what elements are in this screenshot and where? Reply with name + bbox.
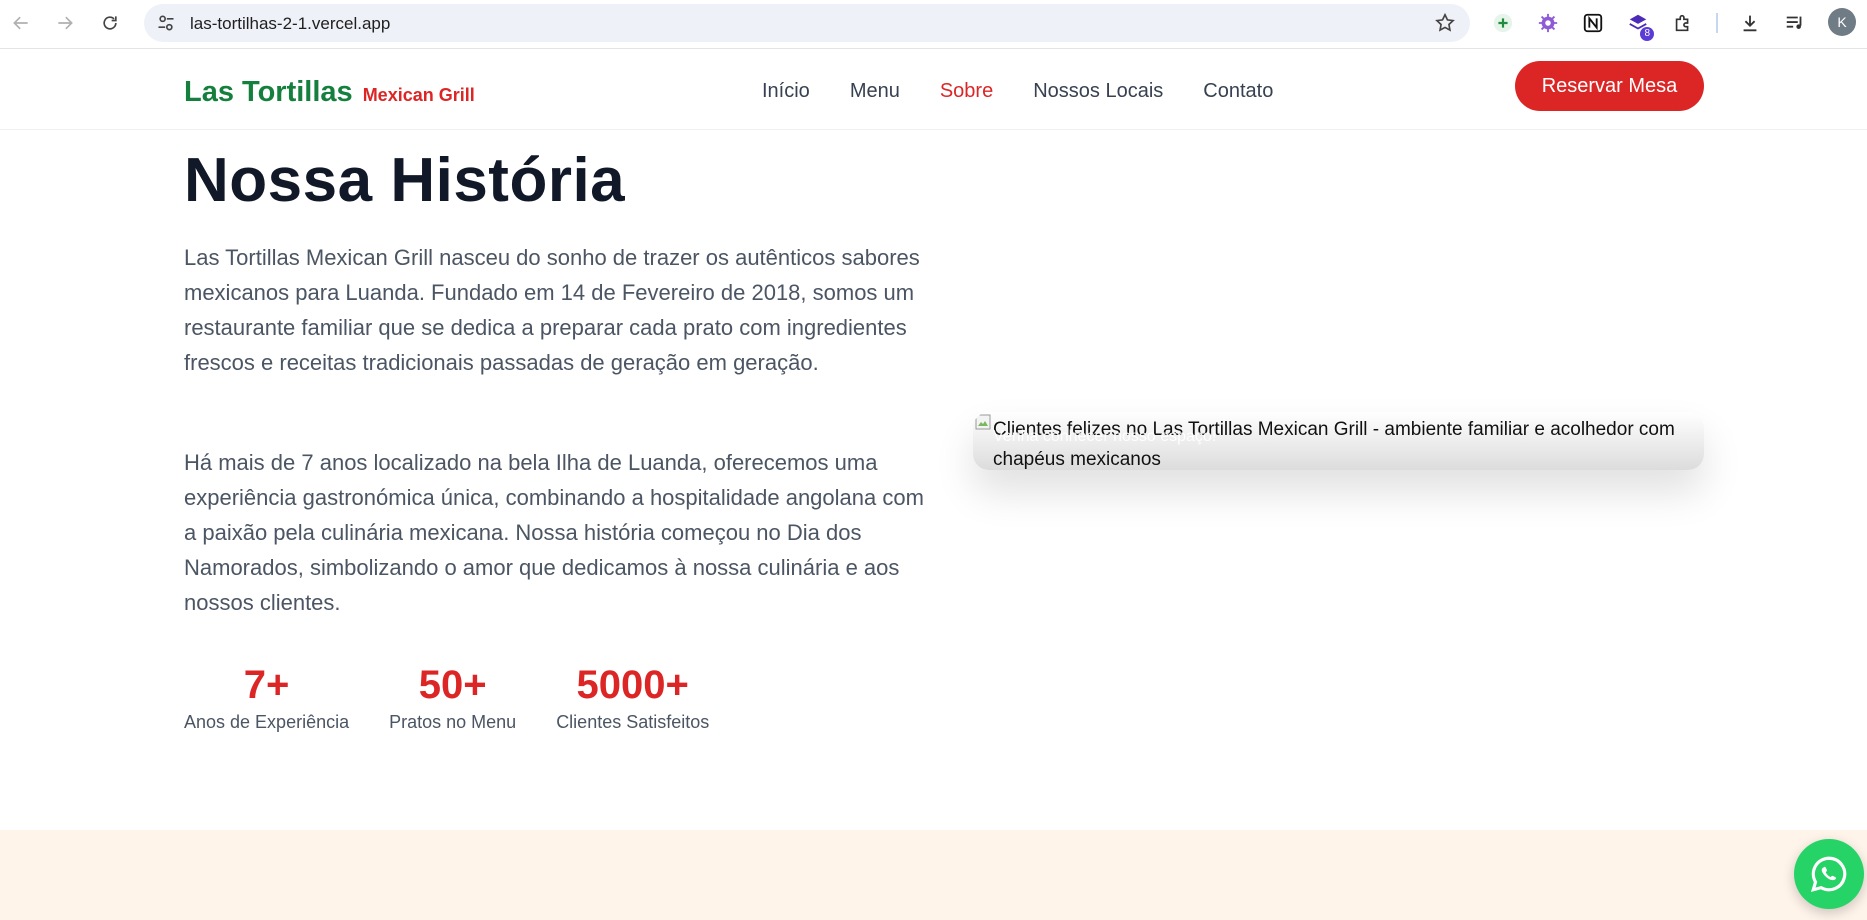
media-list-icon bbox=[1786, 16, 1802, 29]
extension-stack[interactable]: 8 bbox=[1624, 9, 1654, 41]
browser-toolbar: las-tortilhas-2-1.vercel.app 8 K bbox=[0, 0, 1867, 49]
gear-icon bbox=[1538, 13, 1558, 33]
stat-value: 50+ bbox=[418, 663, 487, 707]
nav-link-sobre[interactable]: Sobre bbox=[940, 80, 993, 103]
stat-value: 7+ bbox=[243, 663, 290, 707]
stat-label: Anos de Experiência bbox=[184, 712, 350, 732]
nav-link-nossos-locais[interactable]: Nossos Locais bbox=[1033, 80, 1163, 103]
forward-button[interactable] bbox=[50, 8, 80, 38]
puzzle-icon bbox=[1675, 14, 1689, 32]
download-icon bbox=[1743, 15, 1757, 32]
bookmark-star-icon[interactable] bbox=[1434, 12, 1456, 34]
main-nav: Início Menu Sobre Nossos Locais Contato bbox=[762, 80, 1273, 103]
page-title: Nossa História bbox=[184, 146, 626, 215]
reading-list-button[interactable] bbox=[1781, 9, 1809, 37]
plus-icon bbox=[1493, 13, 1513, 33]
nav-link-menu[interactable]: Menu bbox=[850, 80, 900, 103]
nav-link-inicio[interactable]: Início bbox=[762, 80, 810, 103]
toolbar-divider bbox=[1716, 13, 1718, 33]
downloads-button[interactable] bbox=[1736, 9, 1764, 37]
restaurant-photo: Clientes felizes no Las Tortillas Mexica… bbox=[973, 412, 1704, 470]
stats-row: 7+ Anos de Experiência 50+ Pratos no Men… bbox=[184, 660, 709, 733]
notion-icon bbox=[1583, 13, 1603, 33]
profile-avatar[interactable]: K bbox=[1828, 8, 1856, 36]
back-button[interactable] bbox=[6, 8, 36, 38]
brand-name: Las Tortillas bbox=[184, 76, 353, 108]
next-section-band bbox=[0, 830, 1867, 920]
extension-notion[interactable] bbox=[1579, 9, 1607, 37]
stat-clients: 5000+ Clientes Satisfeitos bbox=[556, 660, 709, 733]
extension-gear[interactable] bbox=[1534, 9, 1562, 37]
site-settings-icon[interactable] bbox=[156, 13, 176, 33]
about-paragraph-2: Há mais de 7 anos localizado na bela Ilh… bbox=[184, 450, 924, 615]
brand-logo[interactable]: Las Tortillas Mexican Grill bbox=[184, 76, 475, 109]
arrow-left-icon bbox=[13, 16, 28, 30]
stat-label: Pratos no Menu bbox=[389, 712, 517, 732]
nav-link-contato[interactable]: Contato bbox=[1203, 80, 1273, 103]
image-caption: Venha conhecer nosso espaço! bbox=[993, 428, 1217, 445]
reserve-table-button[interactable]: Reservar Mesa bbox=[1515, 61, 1704, 111]
site-header: Las Tortillas Mexican Grill Início Menu … bbox=[0, 50, 1867, 130]
reload-icon bbox=[103, 16, 117, 30]
address-bar[interactable]: las-tortilhas-2-1.vercel.app bbox=[144, 4, 1470, 42]
stat-years: 7+ Anos de Experiência bbox=[184, 660, 349, 733]
stat-dishes: 50+ Pratos no Menu bbox=[389, 660, 516, 733]
whatsapp-button[interactable] bbox=[1794, 839, 1864, 909]
reload-button[interactable] bbox=[95, 8, 125, 38]
arrow-right-icon bbox=[58, 16, 73, 30]
url-text: las-tortilhas-2-1.vercel.app bbox=[190, 14, 391, 33]
extension-badge: 8 bbox=[1640, 27, 1654, 41]
whatsapp-icon bbox=[1810, 856, 1847, 892]
stat-value: 5000+ bbox=[576, 663, 689, 707]
stat-label: Clientes Satisfeitos bbox=[556, 712, 710, 732]
about-paragraph-1: Las Tortillas Mexican Grill nasceu do so… bbox=[184, 245, 920, 375]
brand-subtitle: Mexican Grill bbox=[362, 85, 475, 105]
broken-image-icon bbox=[975, 414, 991, 430]
extension-plus[interactable] bbox=[1489, 9, 1517, 37]
extensions-menu[interactable] bbox=[1669, 9, 1697, 37]
